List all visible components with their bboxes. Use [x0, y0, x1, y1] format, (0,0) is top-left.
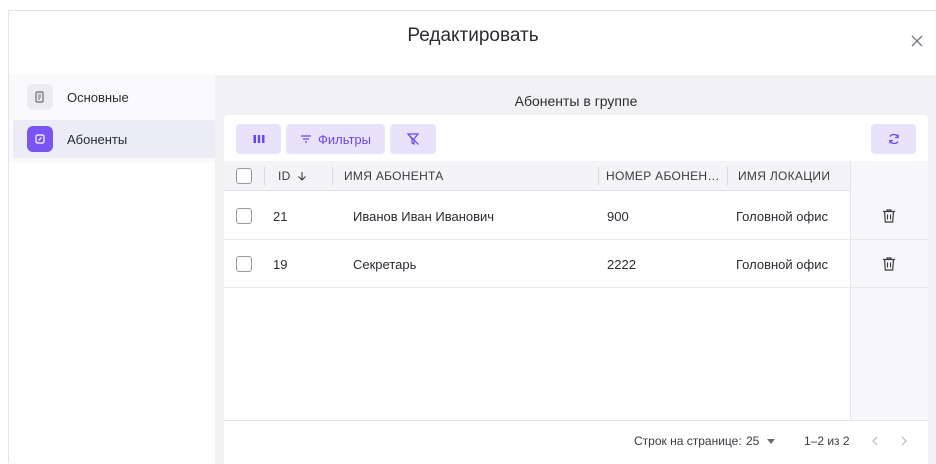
grid-toolbar: Фильтры	[236, 124, 436, 154]
column-header-label: НОМЕР АБОНЕН…	[606, 169, 720, 183]
column-header-label: ID	[278, 169, 291, 183]
cell-name: Секретарь	[353, 256, 417, 272]
cell-number: 2222	[607, 256, 636, 272]
table-header: ID ИМЯ АБОНЕНТА НОМЕР АБОНЕН… ИМЯ ЛОКАЦИ…	[224, 161, 928, 191]
columns-button[interactable]	[236, 124, 281, 154]
cell-number: 900	[607, 208, 629, 224]
edit-dialog: Редактировать Основные Абоненты Абоненты…	[8, 10, 936, 464]
row-select-cell	[236, 240, 252, 288]
delete-button[interactable]	[880, 192, 898, 240]
column-separator	[598, 167, 599, 185]
clear-filters-button[interactable]	[390, 124, 436, 154]
cell-name: Иванов Иван Иванович	[353, 208, 495, 224]
select-all-cell	[236, 161, 252, 191]
subscribers-grid: Фильтры ID ИМЯ АБОНЕНТА НОМЕР АБОНЕН… ИМ…	[224, 115, 928, 464]
sidebar-item-subscribers[interactable]: Абоненты	[13, 120, 215, 158]
rows-per-page-label: Строк на странице:	[634, 434, 742, 448]
cell-id: 19	[273, 256, 288, 272]
sidebar-item-label: Абоненты	[67, 131, 128, 147]
panel-title: Абоненты в группе	[514, 93, 638, 109]
column-header-id[interactable]: ID	[278, 161, 307, 191]
next-page-button[interactable]	[900, 421, 908, 461]
chevron-left-icon	[872, 436, 878, 446]
table-footer: Строк на странице: 25 1–2 из 2	[224, 420, 928, 464]
filters-label: Фильтры	[317, 131, 371, 147]
filters-button[interactable]: Фильтры	[286, 124, 385, 154]
refresh-icon	[888, 133, 899, 145]
rows-per-page-select[interactable]: 25	[746, 421, 776, 461]
sidebar-item-general[interactable]: Основные	[13, 78, 215, 116]
table-row[interactable]: 21 Иванов Иван Иванович 900 Головной офи…	[224, 192, 928, 240]
arrow-down-icon	[297, 172, 306, 181]
prev-page-button[interactable]	[871, 421, 879, 461]
trash-icon	[883, 257, 895, 271]
close-icon[interactable]	[909, 33, 925, 49]
dialog-title: Редактировать	[407, 25, 539, 46]
column-header-label: ИМЯ АБОНЕНТА	[344, 169, 444, 183]
column-header-label: ИМЯ ЛОКАЦИИ	[738, 169, 831, 183]
row-checkbox[interactable]	[236, 208, 252, 224]
column-header-location[interactable]: ИМЯ ЛОКАЦИИ	[738, 161, 830, 191]
cell-location: Головной офис	[736, 208, 828, 224]
column-header-number[interactable]: НОМЕР АБОНЕН…	[606, 161, 720, 191]
table-row[interactable]: 19 Секретарь 2222 Головной офис	[224, 240, 928, 288]
rows-per-page-value: 25	[746, 434, 760, 448]
row-select-cell	[236, 192, 252, 240]
filter-clear-icon	[406, 133, 420, 145]
column-separator	[264, 167, 265, 185]
caret-down-icon	[767, 438, 776, 444]
subscriber-icon	[27, 126, 53, 152]
select-all-checkbox[interactable]	[236, 168, 252, 184]
column-header-name[interactable]: ИМЯ АБОНЕНТА	[344, 161, 444, 191]
cell-id: 21	[273, 208, 288, 224]
trash-icon	[883, 209, 895, 223]
sidebar-item-label: Основные	[67, 89, 129, 105]
sidebar: Основные Абоненты	[9, 75, 215, 163]
chevron-right-icon	[901, 436, 907, 446]
pagination-range: 1–2 из 2	[804, 434, 850, 448]
document-icon	[27, 84, 53, 110]
columns-icon	[253, 135, 264, 143]
cell-location: Головной офис	[736, 256, 828, 272]
column-separator	[727, 167, 728, 185]
delete-button[interactable]	[880, 240, 898, 288]
subscribers-panel: Абоненты в группе Фильтры ID ИМЯ АБОНЕНТ…	[215, 75, 936, 464]
refresh-button[interactable]	[871, 124, 916, 154]
row-checkbox[interactable]	[236, 256, 252, 272]
column-separator	[332, 167, 333, 185]
filter-lines-icon	[300, 135, 311, 143]
dialog-header: Редактировать	[9, 11, 936, 63]
